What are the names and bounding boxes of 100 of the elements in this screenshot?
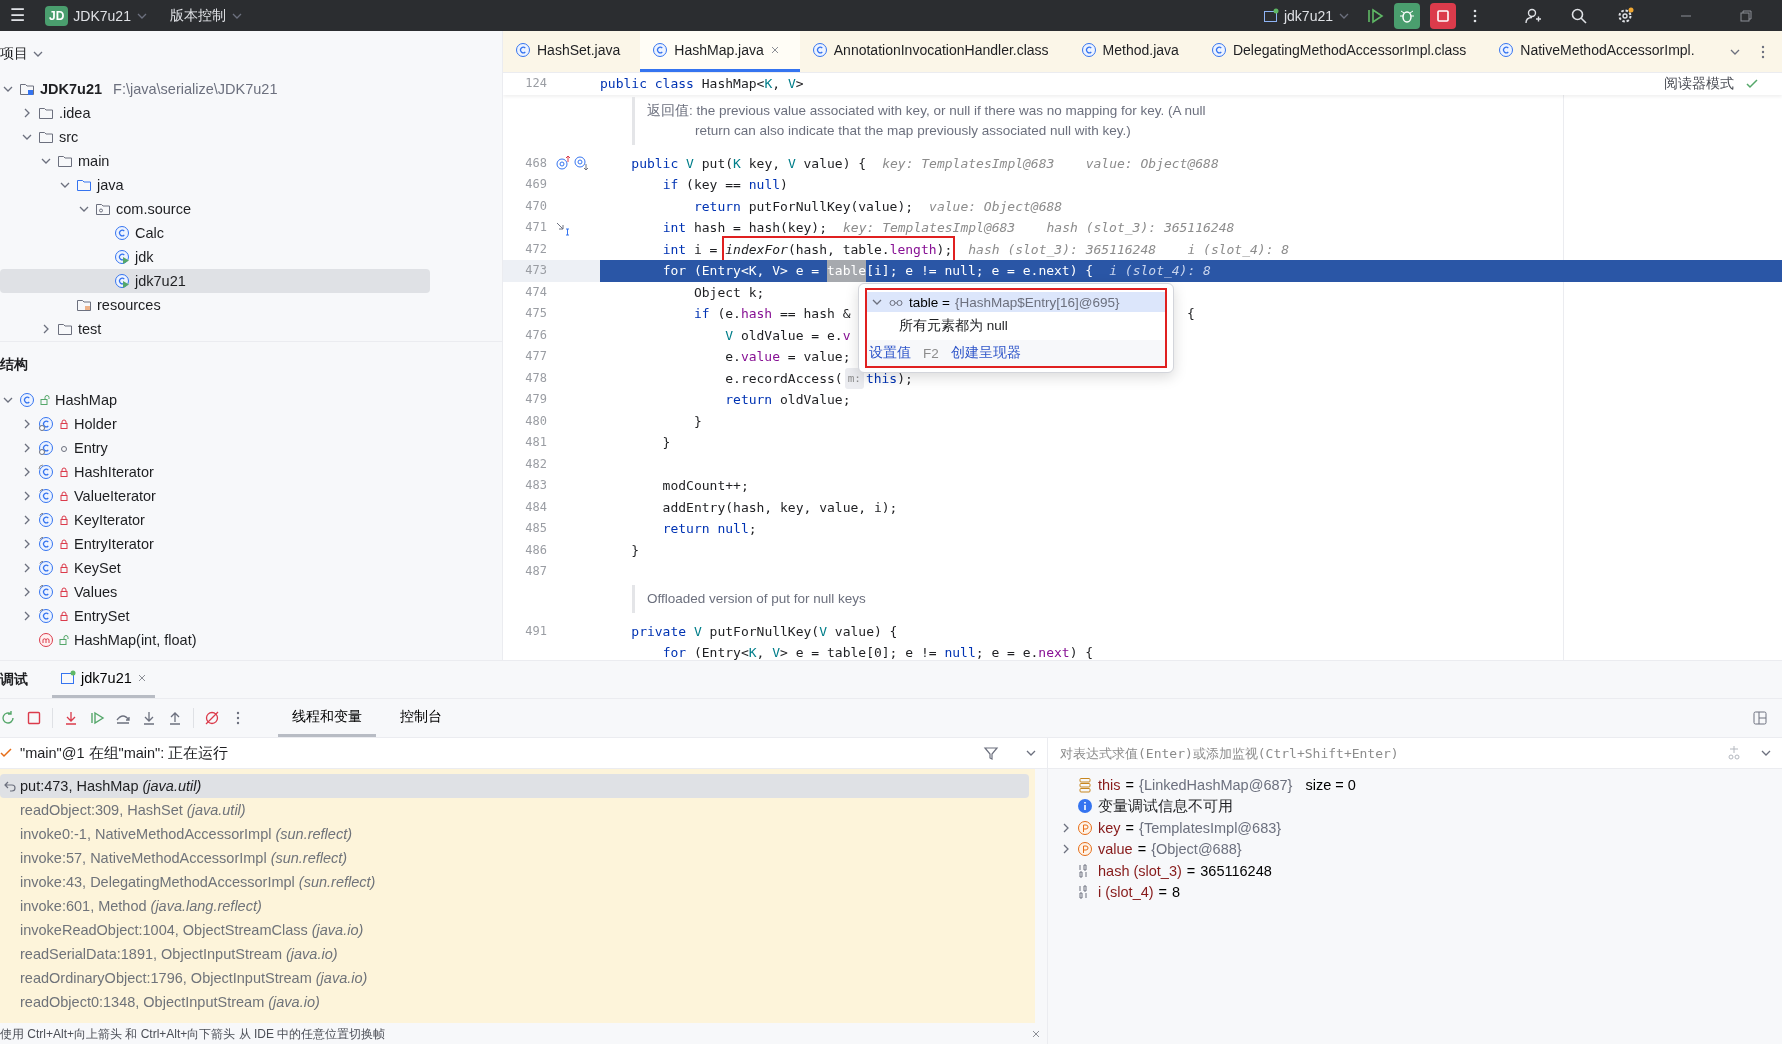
stack-frame[interactable]: invokeReadObject:1004, ObjectStreamClass (java.io) (0, 918, 1029, 942)
step-into-icon[interactable] (141, 710, 157, 726)
check-icon (1746, 77, 1758, 90)
restore-icon[interactable] (1738, 7, 1754, 24)
line-number: 470 (524, 197, 547, 215)
lock-icon (59, 563, 69, 573)
run-config-menu[interactable]: jdk7u21 (1256, 5, 1356, 26)
tree-item[interactable]: java (0, 173, 430, 197)
inline-value: hash (slot_3): 365116248 i (slot_4): 8 (968, 240, 1290, 259)
search-icon[interactable] (1570, 6, 1588, 25)
menu-button[interactable]: ☰ (6, 5, 29, 26)
stack-frame[interactable]: readObject:309, HashSet (java.util) (0, 798, 1029, 822)
info-message: 变量调试信息不可用 (1048, 795, 1782, 817)
code-line: e.value = value; (724, 348, 851, 366)
tree-item[interactable]: Values (0, 580, 430, 604)
debug-tab[interactable]: 控制台 (386, 699, 456, 737)
implemented-icon[interactable] (573, 155, 589, 172)
tree-item[interactable]: resources (0, 293, 430, 317)
set-value-link[interactable]: 设置值 (869, 344, 911, 362)
class-icon (1210, 42, 1227, 58)
tree-item[interactable]: EntryIterator (0, 532, 430, 556)
stack-frame[interactable]: invoke:43, DelegatingMethodAccessorImpl (sun.reflect) (0, 870, 1029, 894)
code-line: if (key == null) (661, 176, 788, 194)
evaluate-input[interactable]: 对表达式求值(Enter)或添加监视(Ctrl+Shift+Enter) (1058, 744, 1726, 762)
editor-tab[interactable]: HashMap.java (640, 31, 800, 72)
tree-item[interactable]: Holder (0, 412, 430, 436)
stack-frame[interactable]: invoke:601, Method (java.lang.reflect) (0, 894, 1029, 918)
run-icon[interactable] (1366, 6, 1384, 25)
line-number: 477 (524, 348, 547, 365)
close-icon[interactable] (1031, 1029, 1041, 1039)
code-line: modCount++; (661, 477, 749, 495)
tree-item[interactable]: KeyIterator (0, 508, 430, 532)
tree-item[interactable]: Entry (0, 436, 430, 460)
filter-icon[interactable] (983, 745, 999, 761)
tree-item[interactable]: main (0, 149, 430, 173)
tree-item[interactable]: src (0, 125, 430, 149)
code-line: return oldValue; (724, 391, 851, 409)
tree-item[interactable]: HashIterator (0, 460, 430, 484)
override-icon[interactable] (555, 155, 571, 172)
stack-frame[interactable]: readSerialData:1891, ObjectInputStream (java.io) (0, 942, 1029, 966)
tree-item[interactable]: jdk7u21 (0, 269, 430, 293)
variable-row[interactable]: key = {TemplatesImpl@683} (1048, 817, 1782, 839)
line-number: 476 (524, 326, 547, 344)
stack-frame[interactable]: put:473, HashMap (java.util) (0, 774, 1029, 798)
tree-item[interactable]: HashMap(int, float) (0, 628, 430, 652)
tree-item[interactable]: KeySet (0, 556, 430, 580)
rerun-icon[interactable] (0, 710, 16, 726)
tree-item[interactable]: jdk (0, 245, 430, 269)
evaluate-field[interactable]: 对表达式求值(Enter)或添加监视(Ctrl+Shift+Enter) (1048, 738, 1782, 769)
layout-icon[interactable] (1752, 710, 1768, 726)
project-menu[interactable]: JD JDK7u21 (39, 3, 154, 28)
code-line: } (630, 541, 640, 560)
stack-frame[interactable]: invoke0:-1, NativeMethodAccessorImpl (sun.reflect) (0, 822, 1029, 846)
variable-row[interactable]: this = {LinkedHashMap@687} size = 0 (1048, 774, 1782, 796)
close-icon[interactable] (769, 45, 780, 55)
tree-item[interactable]: test (0, 317, 430, 341)
close-icon[interactable] (136, 673, 147, 683)
editor-tab[interactable]: AnnotationInvocationHandler.class (799, 31, 1069, 72)
variable-row[interactable]: hash (slot_3) = 365116248 (1048, 860, 1782, 882)
editor-tab[interactable]: HashSet.java (503, 31, 641, 72)
tree-item[interactable]: ValueIterator (0, 484, 430, 508)
mute-breakpoints-icon[interactable] (204, 710, 220, 726)
debug-button[interactable] (1394, 2, 1420, 29)
stop-icon[interactable] (26, 710, 42, 726)
editor-tab[interactable]: DelegatingMethodAccessorImpl.class (1198, 31, 1487, 72)
info-icon (1077, 798, 1093, 815)
step-out-icon[interactable] (167, 710, 183, 726)
tree-item[interactable]: Calc (0, 221, 430, 245)
tree-item[interactable]: com.source (0, 197, 430, 221)
create-renderer-link[interactable]: 创建呈现器 (950, 344, 1021, 362)
settings-icon[interactable] (1616, 6, 1634, 25)
code-line: { (1187, 305, 1195, 323)
variable-row[interactable]: value = {Object@688} (1048, 838, 1782, 860)
down-arrow-icon[interactable] (63, 710, 79, 726)
editor-tab[interactable]: Method.java (1068, 31, 1199, 72)
stack-frame[interactable]: invoke:57, NativeMethodAccessorImpl (sun.reflect) (0, 846, 1029, 870)
variable-row[interactable]: i (slot_4) = 8 (1048, 881, 1782, 903)
folder-icon (76, 177, 92, 193)
editor-tab[interactable]: NativeMethodAccessorImpl. (1486, 31, 1715, 72)
line-number: 475 (524, 305, 547, 322)
tree-item[interactable]: HashMap (0, 388, 430, 412)
tree-item[interactable]: JDK7u21 F:\java\serialize\JDK7u21 (0, 77, 430, 101)
line-number: 468 (524, 154, 547, 172)
code-line: for (Entry<K, V> e = (661, 262, 821, 280)
tree-item[interactable]: EntrySet (0, 604, 430, 628)
resume-icon[interactable] (89, 710, 105, 726)
tree-item[interactable]: table = {HashMap$Entry[16]@695} (867, 292, 1165, 312)
stack-frame[interactable]: readObject0:1348, ObjectInputStream (java.io) (0, 990, 1029, 1014)
tree-item[interactable]: .idea (0, 101, 430, 125)
stack-icon (1077, 776, 1093, 793)
line-number: 124 (524, 75, 547, 92)
class-icon (19, 392, 35, 408)
add-user-icon[interactable] (1524, 6, 1542, 25)
session-tab[interactable]: jdk7u21 (52, 661, 155, 698)
vcs-menu[interactable]: 版本控制 (163, 4, 249, 27)
thread-label[interactable]: "main"@1 在组"main": 正在运行 (20, 743, 229, 763)
stop-button[interactable] (1430, 2, 1456, 29)
unlock-icon (40, 395, 50, 405)
stack-frame[interactable]: readOrdinaryObject:1796, ObjectInputStream (java.io) (0, 966, 1029, 990)
circle-icon (59, 443, 69, 453)
